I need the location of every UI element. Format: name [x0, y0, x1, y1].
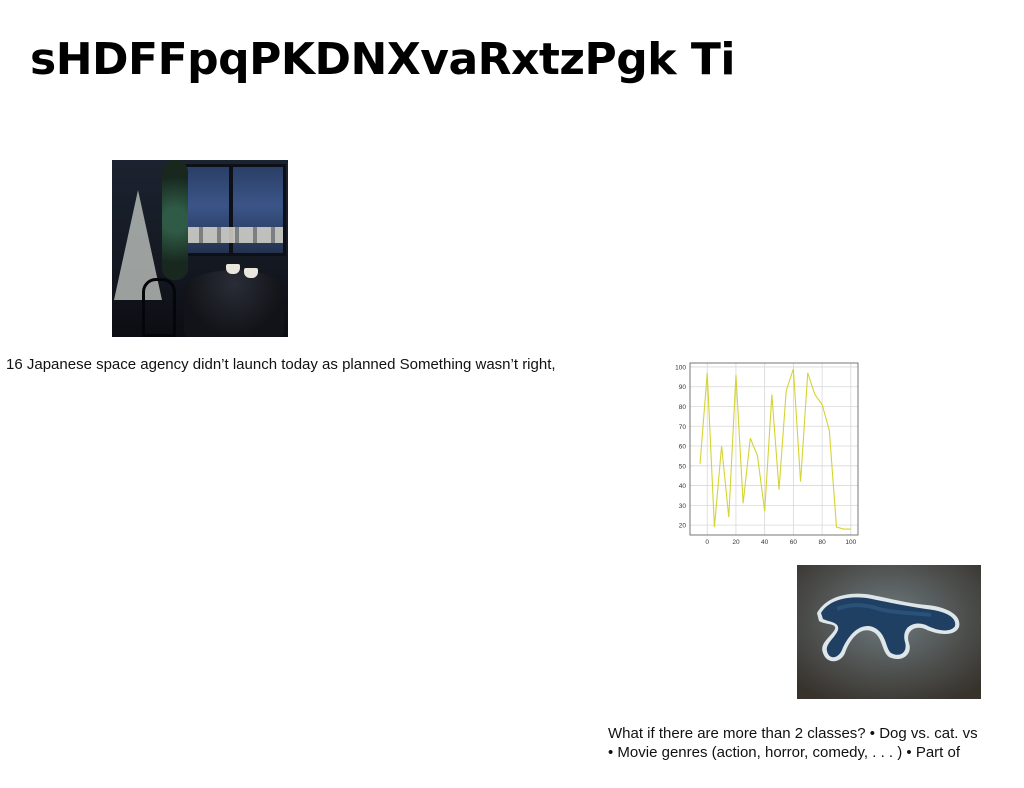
cafe-window [174, 164, 286, 256]
y-tick-label: 100 [675, 364, 686, 371]
caption-text: 16 Japanese space agency didn’t launch t… [6, 356, 556, 373]
y-tick-label: 50 [679, 463, 687, 470]
y-tick-label: 70 [679, 424, 687, 431]
y-tick-label: 30 [679, 503, 687, 510]
cafe-table [184, 270, 284, 337]
x-tick-label: 40 [761, 539, 769, 546]
y-tick-label: 60 [679, 444, 687, 451]
cafe-table-photo [112, 160, 288, 337]
y-tick-label: 90 [679, 384, 687, 391]
x-tick-label: 60 [790, 539, 798, 546]
coffee-cup [226, 264, 240, 274]
caption-bullets: What if there are more than 2 classes? •… [608, 724, 1018, 762]
y-tick-label: 40 [679, 483, 687, 490]
x-tick-label: 0 [705, 539, 709, 546]
caption-line-1: What if there are more than 2 classes? •… [608, 725, 978, 742]
plot-frame [689, 362, 859, 536]
coffee-cup [244, 268, 258, 278]
line-chart-svg: 20 30 40 50 60 70 80 90 100 0 20 40 60 80 100 [675, 362, 859, 546]
line-chart: 20 30 40 50 60 70 80 90 100 0 20 40 60 80 100 [664, 358, 864, 548]
caption-line-2: • Movie genres (action, horror, comedy, … [608, 744, 961, 761]
garland [162, 160, 188, 280]
y-tick-label: 80 [679, 404, 687, 411]
x-tick-label: 20 [732, 539, 740, 546]
slide-title: sHDFFpqPKDNXvaRxtzPgk Ti [30, 34, 735, 85]
island-aerial-photo [797, 565, 981, 699]
y-tick-label: 20 [679, 523, 687, 530]
x-tick-label: 80 [818, 539, 826, 546]
x-tick-label: 100 [845, 539, 856, 546]
cafe-chair [142, 278, 176, 337]
